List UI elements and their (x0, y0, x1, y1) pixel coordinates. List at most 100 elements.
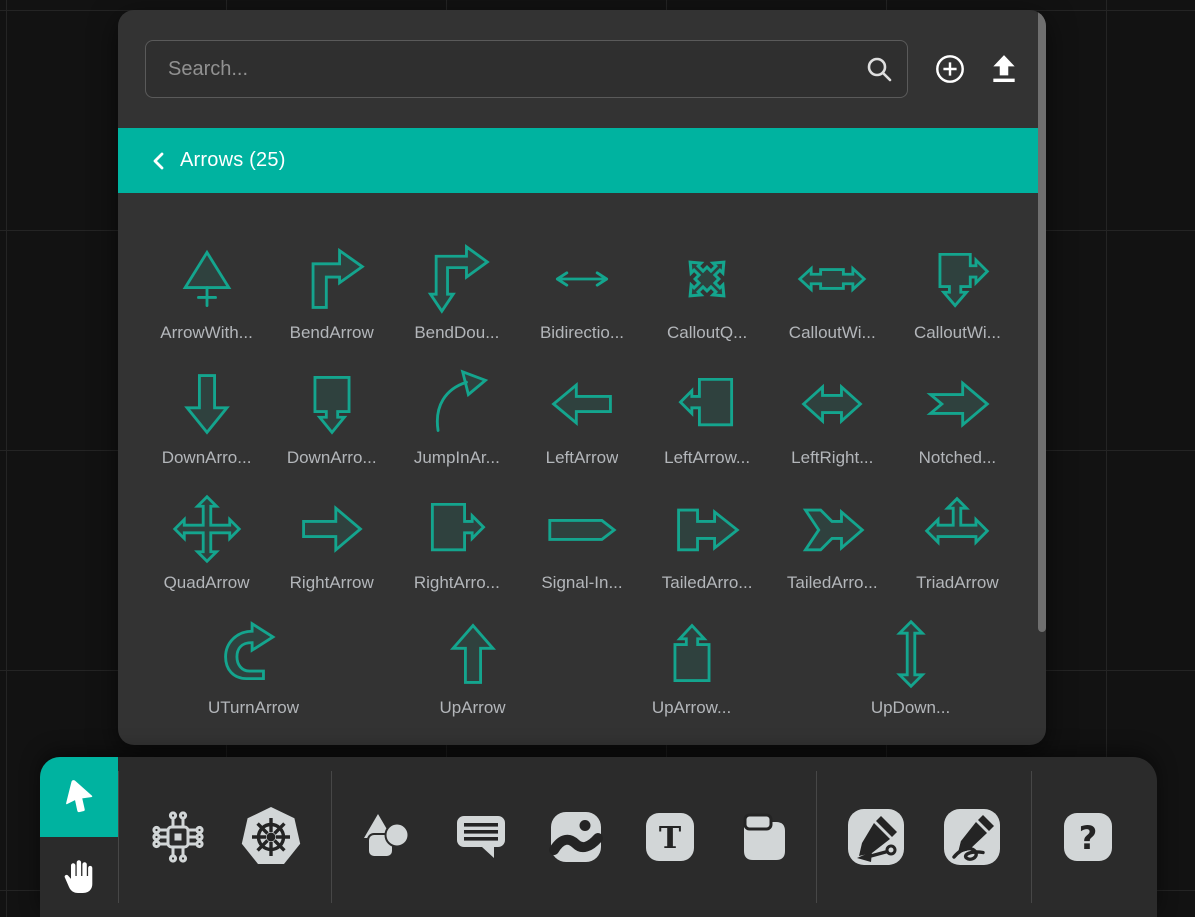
left-arrow-callout-icon (671, 368, 743, 440)
draw-arrow-tool-button[interactable] (847, 808, 905, 866)
shape-item[interactable]: CalloutWi... (895, 243, 1020, 343)
circuit-icon (147, 806, 209, 868)
kubernetes-tool-button[interactable] (239, 805, 303, 869)
up-arrow-icon (437, 618, 509, 690)
svg-text:T: T (659, 821, 682, 856)
text-icon: T (644, 811, 696, 863)
search-input[interactable] (145, 40, 908, 98)
shape-label: RightArrow (290, 573, 374, 593)
svg-text:?: ? (1079, 819, 1098, 857)
panel-scrollbar[interactable] (1038, 10, 1046, 632)
shape-item[interactable]: BendDou... (394, 243, 519, 343)
shape-label: CalloutWi... (914, 323, 1001, 343)
toolbar-group-4: ? (1032, 757, 1144, 917)
toolbar-group-3 (817, 757, 1031, 917)
shape-label: JumpInAr... (414, 448, 500, 468)
shape-label: DownArro... (162, 448, 252, 468)
pan-tool-button[interactable] (40, 837, 118, 917)
left-arrow-icon (546, 368, 618, 440)
shape-item[interactable]: DownArro... (269, 368, 394, 468)
shape-item[interactable]: RightArro... (394, 493, 519, 593)
shape-item[interactable]: BendArrow (269, 243, 394, 343)
shape-label: TriadArrow (916, 573, 999, 593)
shape-item[interactable]: QuadArrow (144, 493, 269, 593)
help-tool-button[interactable]: ? (1062, 811, 1114, 863)
shape-label: UpArrow... (652, 698, 731, 718)
right-arrow-callout-icon (421, 493, 493, 565)
shape-picker-panel: Arrows (25) ArrowWith... BendArrow BendDou… (118, 10, 1046, 745)
image-icon (548, 809, 604, 865)
pen-arrow-icon (847, 808, 905, 866)
tailed-arrow-chevron-icon (796, 493, 868, 565)
shape-item[interactable]: CalloutQ... (645, 243, 770, 343)
shape-item[interactable]: JumpInAr... (394, 368, 519, 468)
jump-in-arrow-icon (421, 368, 493, 440)
select-tool-button[interactable] (40, 757, 118, 837)
shape-label: BendArrow (290, 323, 374, 343)
shape-label: UpDown... (871, 698, 950, 718)
upload-icon[interactable] (988, 53, 1020, 85)
panel-search-row (118, 10, 1046, 98)
shape-label: LeftRight... (791, 448, 873, 468)
help-icon: ? (1062, 811, 1114, 863)
comment-tool-button[interactable] (454, 810, 508, 864)
image-tool-button[interactable] (548, 809, 604, 865)
left-right-arrow-icon (796, 368, 868, 440)
category-header[interactable]: Arrows (25) (118, 128, 1046, 193)
up-arrow-callout-icon (656, 618, 728, 690)
pen-freehand-icon (943, 808, 1001, 866)
callout-quad-arrow-icon (671, 243, 743, 315)
shape-label: LeftArrow... (664, 448, 750, 468)
quad-arrow-icon (171, 493, 243, 565)
shape-item[interactable]: LeftArrow (519, 368, 644, 468)
shape-item[interactable]: UpArrow (410, 618, 535, 718)
circuit-tool-button[interactable] (147, 806, 209, 868)
shape-label: Bidirectio... (540, 323, 624, 343)
shape-label: TailedArro... (787, 573, 878, 593)
cursor-icon (61, 779, 97, 815)
shape-item[interactable]: LeftArrow... (645, 368, 770, 468)
shapes-tool-button[interactable] (358, 809, 414, 865)
tailed-arrow-icon (671, 493, 743, 565)
bottom-toolbar: T? (40, 757, 1157, 917)
arrow-with-tail-icon (171, 243, 243, 315)
shape-label: ArrowWith... (160, 323, 253, 343)
shape-item[interactable]: DownArro... (144, 368, 269, 468)
shape-item[interactable]: Signal-In... (519, 493, 644, 593)
shape-item[interactable]: LeftRight... (770, 368, 895, 468)
shape-item[interactable]: RightArrow (269, 493, 394, 593)
toolbar-group-1 (119, 757, 331, 917)
shape-item[interactable]: ArrowWith... (144, 243, 269, 343)
shape-label: Notched... (919, 448, 997, 468)
shape-item[interactable]: Notched... (895, 368, 1020, 468)
shape-item[interactable]: UpArrow... (629, 618, 754, 718)
add-circle-icon[interactable] (934, 53, 966, 85)
note-icon (736, 810, 790, 864)
shape-item[interactable]: TailedArro... (770, 493, 895, 593)
shape-item[interactable]: UTurnArrow (191, 618, 316, 718)
shape-item[interactable]: TailedArro... (645, 493, 770, 593)
comment-icon (454, 810, 508, 864)
shape-label: LeftArrow (546, 448, 619, 468)
down-arrow-icon (171, 368, 243, 440)
bend-arrow-icon (296, 243, 368, 315)
shape-item[interactable]: TriadArrow (895, 493, 1020, 593)
shape-grid: ArrowWith... BendArrow BendDou... Bidirecti… (118, 193, 1046, 743)
text-tool-button[interactable]: T (644, 811, 696, 863)
shape-item[interactable]: CalloutWi... (770, 243, 895, 343)
shape-item[interactable]: UpDown... (848, 618, 973, 718)
up-down-arrow-icon (875, 618, 947, 690)
shapes-icon (358, 809, 414, 865)
kubernetes-icon (239, 805, 303, 869)
note-tool-button[interactable] (736, 810, 790, 864)
shape-label: Signal-In... (541, 573, 622, 593)
shape-label: CalloutQ... (667, 323, 747, 343)
bidirectional-arrow-icon (546, 243, 618, 315)
draw-freehand-tool-button[interactable] (943, 808, 1001, 866)
notched-right-arrow-icon (921, 368, 993, 440)
pointer-tool-column (40, 757, 118, 917)
shape-item[interactable]: Bidirectio... (519, 243, 644, 343)
shape-label: UTurnArrow (208, 698, 299, 718)
shape-label: CalloutWi... (789, 323, 876, 343)
bend-double-arrow-icon (421, 243, 493, 315)
